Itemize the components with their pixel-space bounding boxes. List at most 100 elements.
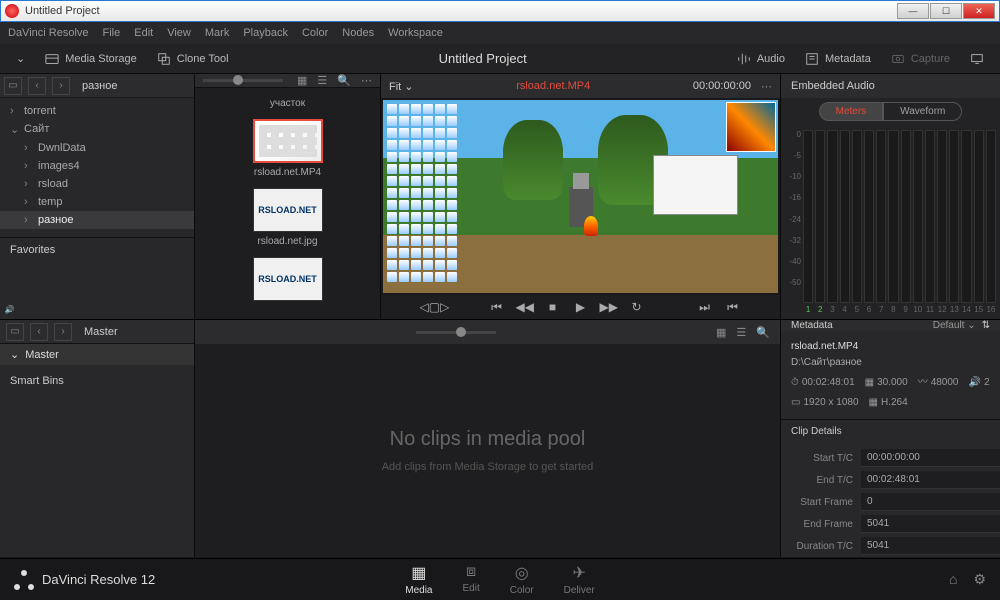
- pool-grid-button[interactable]: ▦: [716, 326, 726, 339]
- goto-start-button[interactable]: ⏮: [488, 300, 506, 315]
- media-storage-button[interactable]: Media Storage: [35, 48, 147, 70]
- menu-nodes[interactable]: Nodes: [342, 27, 374, 39]
- favorites-section: Favorites: [0, 237, 194, 262]
- tree-item[interactable]: ›images4: [0, 157, 194, 175]
- clone-tool-button[interactable]: Clone Tool: [147, 48, 239, 70]
- meter-channel: [864, 130, 874, 303]
- thumb-size-slider[interactable]: [203, 79, 283, 82]
- transport-controls: ◁▢▷ ⏮ ◀◀ ■ ▶ ▶▶ ↻ ⏭ ⏮: [381, 295, 780, 319]
- maximize-button[interactable]: ☐: [930, 3, 962, 19]
- pool-layout-button[interactable]: ▭: [6, 323, 24, 341]
- loop-button[interactable]: ↻: [628, 300, 646, 314]
- clip-label: rsload.net.jpg: [257, 236, 317, 247]
- metadata-sort-button[interactable]: ⇅: [982, 320, 990, 331]
- close-button[interactable]: ✕: [963, 3, 995, 19]
- meter-channel: [986, 130, 996, 303]
- media-pool-sidebar: ▭ ‹ › Master ⌄Master Smart Bins: [0, 320, 195, 557]
- panel-toggle-button[interactable]: ⌄: [6, 48, 35, 69]
- top-toolbar: ⌄ Media Storage Clone Tool Untitled Proj…: [0, 44, 1000, 74]
- options-button[interactable]: ⋯: [361, 74, 372, 87]
- clip-thumbnail[interactable]: RSLOAD.NET: [253, 257, 323, 301]
- menu-bar: DaVinci Resolve File Edit View Mark Playback C…: [0, 22, 1000, 44]
- folder-tree: ›torrent⌄Сайт›DwnlData›images4›rsload›te…: [0, 98, 194, 233]
- viewer-clip-name: rsload.net.MP4: [424, 80, 683, 92]
- minimize-button[interactable]: —: [897, 3, 929, 19]
- clone-icon: [157, 52, 171, 66]
- tree-item[interactable]: ⌄Сайт: [0, 120, 194, 139]
- viewer-options-button[interactable]: ⋯: [761, 80, 772, 93]
- capture-button[interactable]: Capture: [881, 48, 960, 70]
- monitor-icon: [970, 52, 984, 66]
- play-button[interactable]: ▶: [572, 300, 590, 314]
- mute-icon[interactable]: 🔊: [4, 305, 15, 314]
- grid-view-button[interactable]: ▦: [297, 74, 307, 87]
- tree-item[interactable]: ›разное: [0, 211, 194, 229]
- menu-file[interactable]: File: [103, 27, 121, 39]
- menu-view[interactable]: View: [167, 27, 191, 39]
- meter-channel: [840, 130, 850, 303]
- audio-button[interactable]: Audio: [727, 48, 795, 70]
- waveform-tab[interactable]: Waveform: [883, 102, 962, 121]
- pool-fwd-button[interactable]: ›: [54, 323, 72, 341]
- page-tab-color[interactable]: ◎Color: [510, 563, 534, 596]
- metadata-button[interactable]: Metadata: [795, 48, 881, 70]
- stop-button[interactable]: ■: [544, 300, 562, 314]
- page-tab-media[interactable]: ▦Media: [405, 563, 432, 596]
- home-button[interactable]: ⌂: [949, 571, 957, 588]
- pool-thumb-slider[interactable]: [416, 331, 496, 334]
- step-back-button[interactable]: ◀◀: [516, 300, 534, 314]
- zoom-fit-dropdown[interactable]: Fit ⌄: [389, 80, 414, 93]
- step-fwd-button[interactable]: ▶▶: [600, 300, 618, 314]
- pool-breadcrumb: Master: [84, 326, 118, 338]
- fps-badge: ▦ 30.000: [865, 375, 908, 391]
- page-footer: DaVinci Resolve 12 ▦Media ⧈Edit ◎Color ✈Del…: [0, 558, 1000, 600]
- menu-playback[interactable]: Playback: [243, 27, 288, 39]
- clip-thumbnail[interactable]: RSLOAD.NET: [253, 188, 323, 232]
- nav-fwd-button[interactable]: ›: [52, 77, 70, 95]
- meter-channel: [949, 130, 959, 303]
- menu-edit[interactable]: Edit: [134, 27, 153, 39]
- app-brand: DaVinci Resolve 12: [14, 570, 155, 590]
- nav-back-button[interactable]: ‹: [28, 77, 46, 95]
- capture-icon: [891, 52, 905, 66]
- clip-label: rsload.net.MP4: [254, 167, 321, 178]
- clip-thumbnail[interactable]: [253, 119, 323, 163]
- match-frame-button[interactable]: ◁▢▷: [420, 300, 438, 314]
- settings-button[interactable]: ⚙: [973, 571, 986, 588]
- pool-list-button[interactable]: ☰: [736, 326, 746, 339]
- list-view-button[interactable]: ☰: [317, 74, 327, 87]
- meter-channel: [876, 130, 886, 303]
- meter-channel: [852, 130, 862, 303]
- menu-davinci-resolve[interactable]: DaVinci Resolve: [8, 27, 89, 39]
- menu-workspace[interactable]: Workspace: [388, 27, 443, 39]
- pool-search-button[interactable]: 🔍: [756, 326, 770, 339]
- window-titlebar: Untitled Project — ☐ ✕: [0, 0, 1000, 22]
- menu-mark[interactable]: Mark: [205, 27, 229, 39]
- current-folder: разное: [82, 80, 117, 92]
- pool-back-button[interactable]: ‹: [30, 323, 48, 341]
- monitor-button[interactable]: [960, 48, 994, 70]
- tree-item[interactable]: ›torrent: [0, 102, 194, 120]
- audio-icon: [737, 52, 751, 66]
- search-button[interactable]: 🔍: [337, 74, 351, 87]
- master-bin[interactable]: ⌄Master: [0, 344, 194, 365]
- channels-badge: 🔊 2: [969, 375, 990, 391]
- meter-channel: [888, 130, 898, 303]
- clip-path: D:\Сайт\разное: [791, 355, 990, 371]
- detail-row: Duration T/C5041: [781, 535, 1000, 557]
- viewer-canvas[interactable]: [383, 100, 778, 293]
- tree-item[interactable]: ›rsload: [0, 175, 194, 193]
- next-clip-button[interactable]: ⏮: [724, 300, 742, 315]
- meters-tab[interactable]: Meters: [819, 102, 884, 121]
- goto-end-button[interactable]: ⏭: [696, 300, 714, 315]
- metadata-preset-dropdown[interactable]: Default ⌄: [933, 320, 976, 331]
- menu-color[interactable]: Color: [302, 27, 328, 39]
- project-title: Untitled Project: [239, 51, 727, 66]
- sidebar-layout-button[interactable]: ▭: [4, 77, 22, 95]
- page-tab-deliver[interactable]: ✈Deliver: [564, 563, 595, 596]
- page-tab-edit[interactable]: ⧈Edit: [462, 563, 479, 596]
- tree-item[interactable]: ›DwnlData: [0, 139, 194, 157]
- audio-panel-title: Embedded Audio: [781, 74, 1000, 98]
- resolution-badge: ▭ 1920 x 1080: [791, 395, 859, 411]
- tree-item[interactable]: ›temp: [0, 193, 194, 211]
